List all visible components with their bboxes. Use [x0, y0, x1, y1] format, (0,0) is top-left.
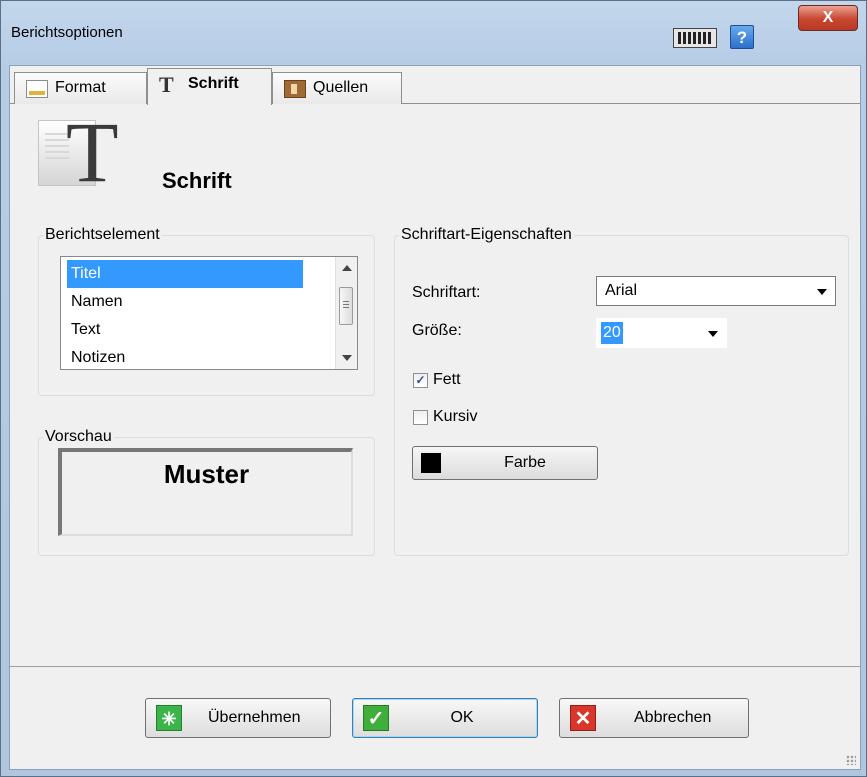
schriftart-legend: Schriftart-Eigenschaften: [401, 226, 572, 243]
tab-format-label: Format: [55, 79, 106, 96]
size-label: Größe:: [412, 322, 462, 339]
tab-quellen-label: Quellen: [313, 79, 369, 96]
cancel-button-label: Abbrechen: [634, 709, 712, 726]
cancel-x-icon: ✕: [570, 705, 596, 731]
scroll-up-icon[interactable]: [342, 265, 352, 271]
font-t-icon: T: [159, 72, 174, 97]
font-label: Schriftart:: [412, 284, 481, 301]
list-item-notizen[interactable]: Notizen: [67, 344, 303, 372]
color-swatch: [421, 453, 441, 473]
apply-icon: ✳: [156, 705, 182, 731]
list-scrollbar[interactable]: [335, 257, 357, 369]
page-title: Schrift: [162, 168, 232, 193]
chevron-down-icon[interactable]: [817, 289, 827, 295]
close-button[interactable]: X: [798, 5, 858, 31]
apply-button-label: Übernehmen: [208, 709, 301, 726]
scroll-down-icon[interactable]: [342, 355, 352, 361]
color-button[interactable]: Farbe: [412, 446, 598, 480]
tab-format[interactable]: Format: [14, 72, 147, 104]
ok-button-label: OK: [450, 709, 474, 726]
chevron-down-icon[interactable]: [708, 331, 718, 337]
list-item-namen[interactable]: Namen: [67, 288, 303, 316]
scroll-thumb[interactable]: [339, 287, 353, 325]
format-icon: [26, 80, 48, 98]
help-button[interactable]: ?: [730, 25, 754, 49]
cancel-button[interactable]: ✕ Abbrechen: [559, 698, 749, 738]
sources-icon: [284, 80, 306, 98]
tab-strip: Format T Schrift Quellen: [10, 66, 860, 105]
italic-label[interactable]: Kursiv: [433, 408, 477, 426]
list-item-titel[interactable]: Titel: [67, 260, 303, 288]
title-bar[interactable]: Berichtsoptionen ? X: [1, 1, 866, 65]
ok-button[interactable]: ✓ OK: [352, 698, 538, 738]
berichtselement-legend: Berichtselement: [45, 226, 160, 243]
bold-checkbox[interactable]: ✓: [413, 373, 428, 388]
size-value[interactable]: 20: [601, 322, 623, 344]
tab-schrift-label: Schrift: [188, 75, 239, 92]
window-title: Berichtsoptionen: [11, 24, 123, 41]
berichtselement-listbox[interactable]: Titel Namen Text Notizen: [60, 256, 358, 370]
list-item-text[interactable]: Text: [67, 316, 303, 344]
keyboard-icon[interactable]: [673, 28, 717, 48]
bold-label[interactable]: Fett: [433, 371, 461, 389]
dialog-client-area: Format T Schrift Quellen T Schrift Beric…: [9, 65, 861, 770]
size-combo[interactable]: 20: [596, 318, 727, 348]
preview-box: Muster: [58, 448, 353, 536]
italic-checkbox[interactable]: [413, 410, 428, 425]
tab-quellen[interactable]: Quellen: [272, 72, 402, 104]
tab-schrift[interactable]: T Schrift: [147, 68, 272, 105]
font-document-icon: T: [38, 109, 119, 195]
dialog-window: Berichtsoptionen ? X Format T Schrift Qu…: [0, 0, 867, 777]
font-select-value: Arial: [605, 282, 638, 299]
font-select[interactable]: Arial: [596, 276, 836, 306]
color-button-label: Farbe: [504, 454, 546, 471]
resize-grip-icon[interactable]: [846, 755, 856, 765]
vorschau-legend: Vorschau: [45, 428, 112, 445]
apply-button[interactable]: ✳ Übernehmen: [145, 698, 331, 738]
